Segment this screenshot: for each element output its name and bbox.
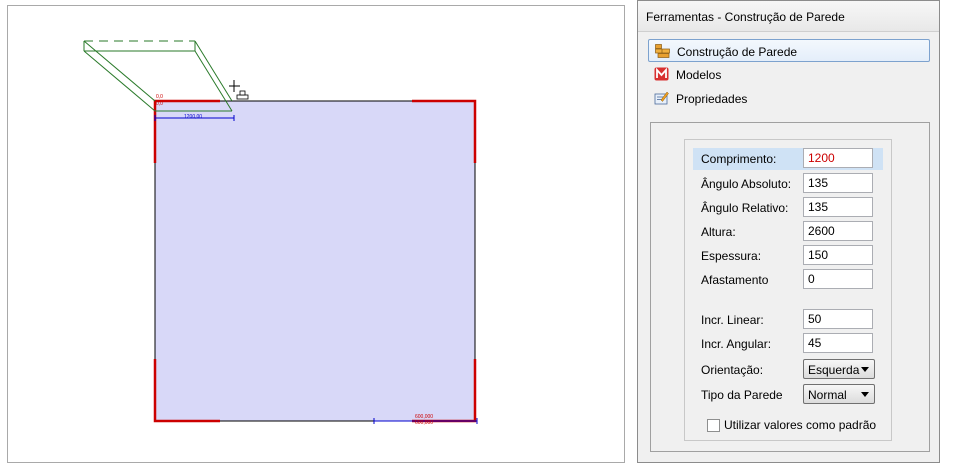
chevron-down-icon (861, 367, 869, 372)
afastamento-label: Afastamento (701, 273, 769, 287)
tools-panel: Ferramentas - Construção de Parede Const… (637, 0, 940, 463)
orientacao-selected-value: Esquerda (808, 363, 860, 377)
row-afastamento: Afastamento (693, 269, 883, 291)
row-incr-linear: Incr. Linear: (693, 309, 883, 331)
angulo-relativo-input[interactable] (803, 197, 873, 217)
angulo-relativo-label: Ângulo Relativo: (701, 201, 789, 215)
usar-padrao-checkbox[interactable]: Utilizar valores como padrão (707, 418, 907, 434)
incr-linear-label: Incr. Linear: (701, 313, 764, 327)
nav-item-wall-construction[interactable]: Construção de Parede (648, 39, 930, 62)
drawing-canvas[interactable]: 1200,00 600,000 600,000 0,0 0,0 (7, 5, 625, 463)
espessura-input[interactable] (803, 245, 873, 265)
altura-input[interactable] (803, 221, 873, 241)
row-altura: Altura: (693, 221, 883, 243)
tipo-parede-selected-value: Normal (808, 388, 847, 402)
angulo-absoluto-label: Ângulo Absoluto: (701, 177, 792, 191)
wall-tool-cursor-icon (236, 90, 249, 100)
angulo-absoluto-input[interactable] (803, 173, 873, 193)
nav-item-properties[interactable]: Propriedades (648, 87, 930, 110)
dimension-label-top: 1200,00 (184, 114, 202, 120)
tipo-parede-select[interactable]: Normal (803, 384, 875, 404)
room-area[interactable] (154, 100, 476, 422)
row-orientacao: Orientação: Esquerda (693, 359, 883, 381)
dimension-label-bottom-2: 600,000 (415, 420, 433, 426)
incr-angular-label: Incr. Angular: (701, 337, 772, 351)
corner-label-b: 0,0 (156, 101, 163, 107)
checkbox-box[interactable] (707, 419, 720, 432)
incr-linear-input[interactable] (803, 309, 873, 329)
tipo-parede-label: Tipo da Parede (701, 388, 783, 402)
usar-padrao-label: Utilizar valores como padrão (724, 418, 877, 432)
row-espessura: Espessura: (693, 245, 883, 267)
nav-item-label: Propriedades (676, 92, 748, 106)
wall-construction-icon (655, 44, 670, 58)
nav-item-models[interactable]: Modelos (648, 63, 930, 86)
afastamento-input[interactable] (803, 269, 873, 289)
row-incr-angular: Incr. Angular: (693, 333, 883, 355)
orientacao-label: Orientação: (701, 363, 764, 377)
incr-angular-input[interactable] (803, 333, 873, 353)
row-tipo-parede: Tipo da Parede Normal (693, 384, 883, 406)
altura-label: Altura: (701, 225, 736, 239)
nav-item-label: Modelos (676, 68, 722, 82)
comprimento-input[interactable] (803, 148, 873, 168)
orientacao-select[interactable]: Esquerda (803, 359, 875, 379)
chevron-down-icon (861, 392, 869, 397)
models-icon (654, 67, 669, 81)
row-comprimento: Comprimento: (693, 148, 883, 170)
row-angulo-absoluto: Ângulo Absoluto: (693, 173, 883, 195)
row-angulo-relativo: Ângulo Relativo: (693, 197, 883, 219)
properties-group: Comprimento: Ângulo Absoluto: Ângulo Rel… (650, 122, 930, 452)
properties-icon (654, 91, 669, 105)
corner-label-a: 0,0 (156, 94, 163, 100)
comprimento-label: Comprimento: (701, 152, 777, 166)
panel-title: Ferramentas - Construção de Parede (638, 1, 939, 32)
nav-item-label: Construção de Parede (677, 45, 798, 59)
crosshair-cursor-icon (229, 80, 240, 92)
floor-plan-drawing: 1200,00 600,000 600,000 0,0 0,0 (83, 40, 478, 426)
espessura-label: Espessura: (701, 249, 762, 263)
